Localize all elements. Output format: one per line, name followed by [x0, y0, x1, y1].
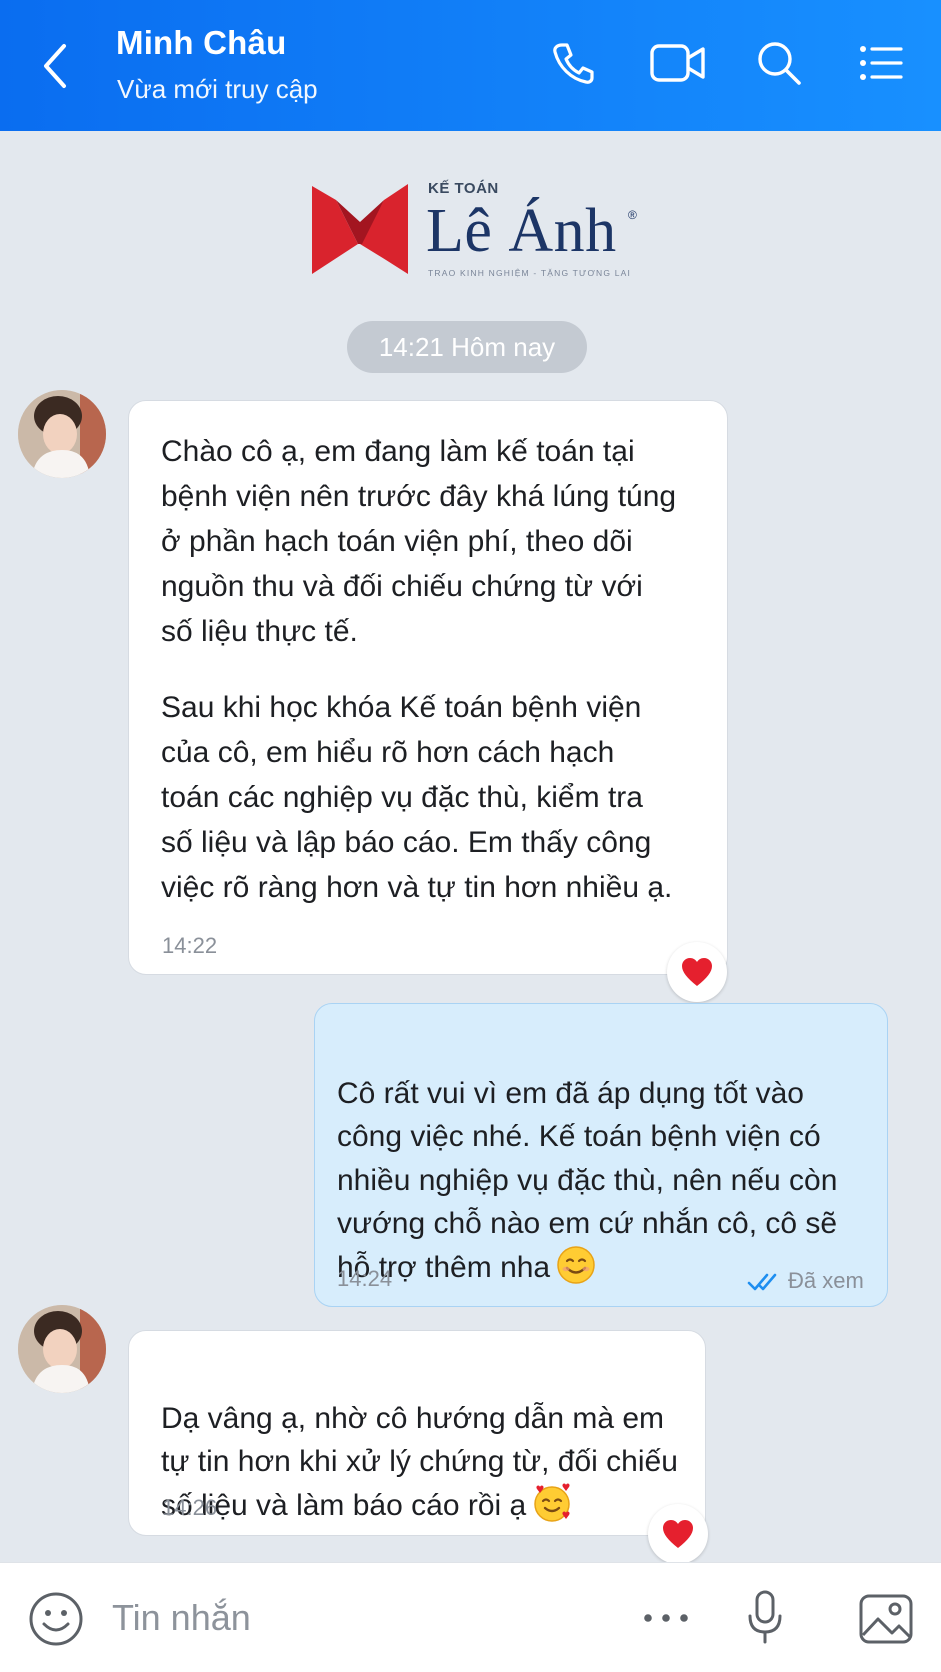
message-bubble-incoming[interactable]: Dạ vâng ạ, nhờ cô hướng dẫn mà em tự tin…: [128, 1330, 706, 1536]
heart-icon: [663, 1520, 693, 1548]
avatar-photo-icon: [18, 390, 106, 478]
search-icon: [758, 42, 801, 85]
image-icon: [859, 1594, 913, 1644]
options-button[interactable]: [856, 38, 906, 88]
double-check-icon: [747, 1273, 777, 1291]
message-bubble-incoming[interactable]: Chào cô ạ, em đang làm kế toán tại bệnh …: [128, 400, 728, 975]
call-button[interactable]: [548, 38, 598, 88]
search-button[interactable]: [754, 38, 804, 88]
avatar-photo-icon: [18, 1305, 106, 1393]
image-button[interactable]: [858, 1593, 914, 1645]
smiling-face-with-hearts-emoji-icon: [534, 1483, 570, 1522]
message-text: Dạ vâng ạ, nhờ cô hướng dẫn mà em tự tin…: [161, 1353, 701, 1527]
back-button[interactable]: [34, 36, 78, 96]
date-separator: 14:21 Hôm nay: [347, 321, 587, 373]
logo-brand-name: Lê Ánh: [426, 197, 617, 265]
message-composer: [0, 1562, 941, 1672]
message-reaction[interactable]: [667, 942, 727, 1002]
logo-slogan: TRAO KINH NGHIỆM - TẶNG TƯƠNG LAI: [428, 268, 632, 278]
message-bubble-outgoing[interactable]: Cô rất vui vì em đã áp dụng tốt vào công…: [314, 1003, 888, 1307]
voice-button[interactable]: [745, 1588, 785, 1648]
more-button[interactable]: [642, 1603, 690, 1633]
contact-name[interactable]: Minh Châu: [116, 24, 286, 62]
video-call-button[interactable]: [648, 38, 708, 88]
emoji-icon: [29, 1592, 83, 1646]
message-text: Sau khi học khóa Kế toán bệnh viện của c…: [161, 691, 673, 904]
logo-registered-mark: ®: [628, 208, 637, 222]
message-reaction[interactable]: [648, 1504, 708, 1564]
message-text-content: Dạ vâng ạ, nhờ cô hướng dẫn mà em tự tin…: [161, 1401, 678, 1522]
message-input[interactable]: [112, 1595, 512, 1641]
emoji-button[interactable]: [28, 1591, 84, 1647]
logo-mark-icon: [312, 184, 408, 274]
logo-brand-small: KẾ TOÁN: [428, 180, 499, 197]
seen-status: Đã xem: [788, 1268, 864, 1293]
more-icon: [644, 1614, 688, 1622]
video-call-icon: [650, 44, 705, 82]
chat-header: Minh Châu Vừa mới truy cập: [0, 0, 941, 131]
heart-icon: [682, 958, 712, 986]
message-time: 14:26: [162, 1495, 218, 1520]
contact-avatar[interactable]: [18, 1305, 106, 1393]
message-text: Cô rất vui vì em đã áp dụng tốt vào công…: [337, 1028, 882, 1289]
message-time: 14:24: [337, 1266, 393, 1291]
contact-status: Vừa mới truy cập: [117, 74, 318, 104]
phone-icon: [553, 43, 594, 84]
smiling-face-emoji-icon: [557, 1245, 595, 1284]
message-text: Chào cô ạ, em đang làm kế toán tại bệnh …: [161, 435, 677, 648]
back-icon: [44, 44, 66, 88]
microphone-icon: [748, 1590, 782, 1644]
contact-avatar[interactable]: [18, 390, 106, 478]
message-time: 14:22: [162, 933, 218, 958]
menu-list-icon: [860, 46, 903, 80]
brand-logo: KẾ TOÁN Lê Ánh ® TRAO KINH NGHIỆM - TẶNG…: [310, 180, 640, 282]
